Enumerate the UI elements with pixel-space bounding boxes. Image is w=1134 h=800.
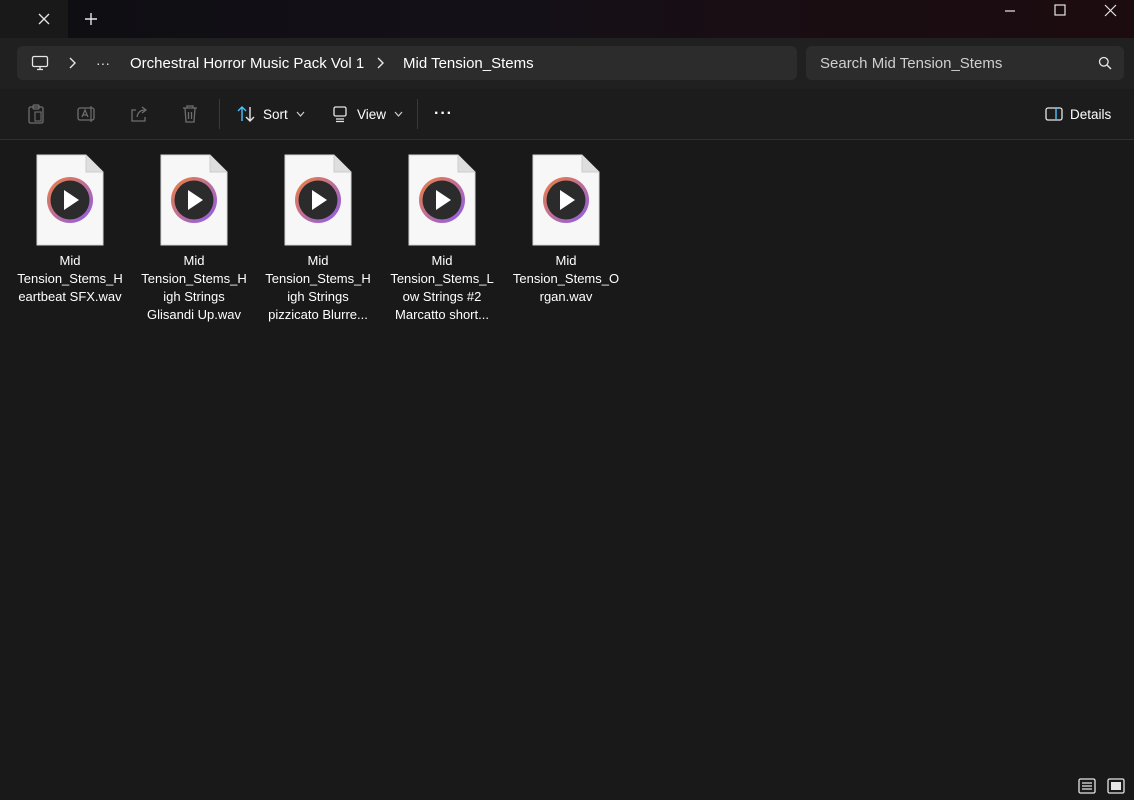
- more-options-button[interactable]: ···: [434, 101, 453, 127]
- sort-button[interactable]: Sort: [236, 101, 305, 127]
- toolbar-divider: [417, 99, 418, 129]
- rename-icon[interactable]: [77, 104, 97, 124]
- chevron-right-icon[interactable]: [65, 46, 79, 80]
- file-item[interactable]: Mid Tension_Stems_H igh Strings pizzicat…: [264, 154, 372, 326]
- file-name: Mid Tension_Stems_H igh Strings Glisandi…: [141, 253, 247, 322]
- command-bar: Sort View ··· Details: [0, 89, 1134, 140]
- breadcrumb-item-current[interactable]: Mid Tension_Stems: [403, 46, 534, 80]
- file-item[interactable]: Mid Tension_Stems_O rgan.wav: [512, 154, 620, 326]
- close-tab-icon[interactable]: [36, 11, 52, 27]
- paste-icon[interactable]: [26, 104, 46, 124]
- new-tab-icon[interactable]: [82, 10, 100, 28]
- view-button[interactable]: View: [332, 101, 403, 127]
- breadcrumb-item-pack[interactable]: Orchestral Horror Music Pack Vol 1: [130, 46, 364, 80]
- minimize-icon[interactable]: [985, 1, 1035, 21]
- file-item[interactable]: Mid Tension_Stems_H igh Strings Glisandi…: [140, 154, 248, 326]
- sort-icon: [237, 106, 255, 122]
- breadcrumb[interactable]: ··· Orchestral Horror Music Pack Vol 1 M…: [17, 46, 797, 80]
- chevron-down-icon: [394, 109, 403, 120]
- file-item[interactable]: Mid Tension_Stems_L ow Strings #2 Marcat…: [388, 154, 496, 326]
- details-button[interactable]: Details: [1045, 101, 1111, 127]
- sort-label: Sort: [263, 106, 288, 122]
- maximize-icon[interactable]: [1035, 0, 1085, 20]
- breadcrumb-overflow-button[interactable]: ···: [93, 46, 113, 80]
- media-file-icon: [284, 154, 352, 246]
- title-bar: [0, 0, 1134, 38]
- file-grid: Mid Tension_Stems_H eartbeat SFX.wav Mid…: [0, 140, 1134, 770]
- file-name: Mid Tension_Stems_H eartbeat SFX.wav: [17, 253, 123, 304]
- view-label: View: [357, 106, 387, 122]
- chevron-right-icon[interactable]: [373, 46, 387, 80]
- share-icon[interactable]: [129, 104, 149, 124]
- details-pane-icon: [1045, 107, 1063, 121]
- media-file-icon: [532, 154, 600, 246]
- search-box[interactable]: [806, 46, 1124, 80]
- active-tab[interactable]: [0, 0, 68, 38]
- close-window-icon[interactable]: [1085, 0, 1134, 20]
- this-pc-icon[interactable]: [29, 46, 51, 80]
- media-file-icon: [36, 154, 104, 246]
- search-input[interactable]: [820, 46, 1080, 80]
- file-name: Mid Tension_Stems_L ow Strings #2 Marcat…: [390, 253, 494, 322]
- toolbar-divider: [219, 99, 220, 129]
- details-view-icon[interactable]: [1077, 777, 1097, 795]
- file-item[interactable]: Mid Tension_Stems_H eartbeat SFX.wav: [16, 154, 124, 326]
- file-name: Mid Tension_Stems_H igh Strings pizzicat…: [265, 253, 371, 322]
- media-file-icon: [160, 154, 228, 246]
- address-bar-row: ··· Orchestral Horror Music Pack Vol 1 M…: [0, 38, 1134, 89]
- chevron-down-icon: [296, 109, 305, 120]
- search-icon[interactable]: [1098, 56, 1112, 70]
- details-label: Details: [1070, 106, 1112, 122]
- delete-icon[interactable]: [180, 104, 200, 124]
- media-file-icon: [408, 154, 476, 246]
- file-name: Mid Tension_Stems_O rgan.wav: [512, 253, 620, 304]
- large-icons-view-icon[interactable]: [1106, 777, 1126, 795]
- view-icon: [333, 106, 347, 123]
